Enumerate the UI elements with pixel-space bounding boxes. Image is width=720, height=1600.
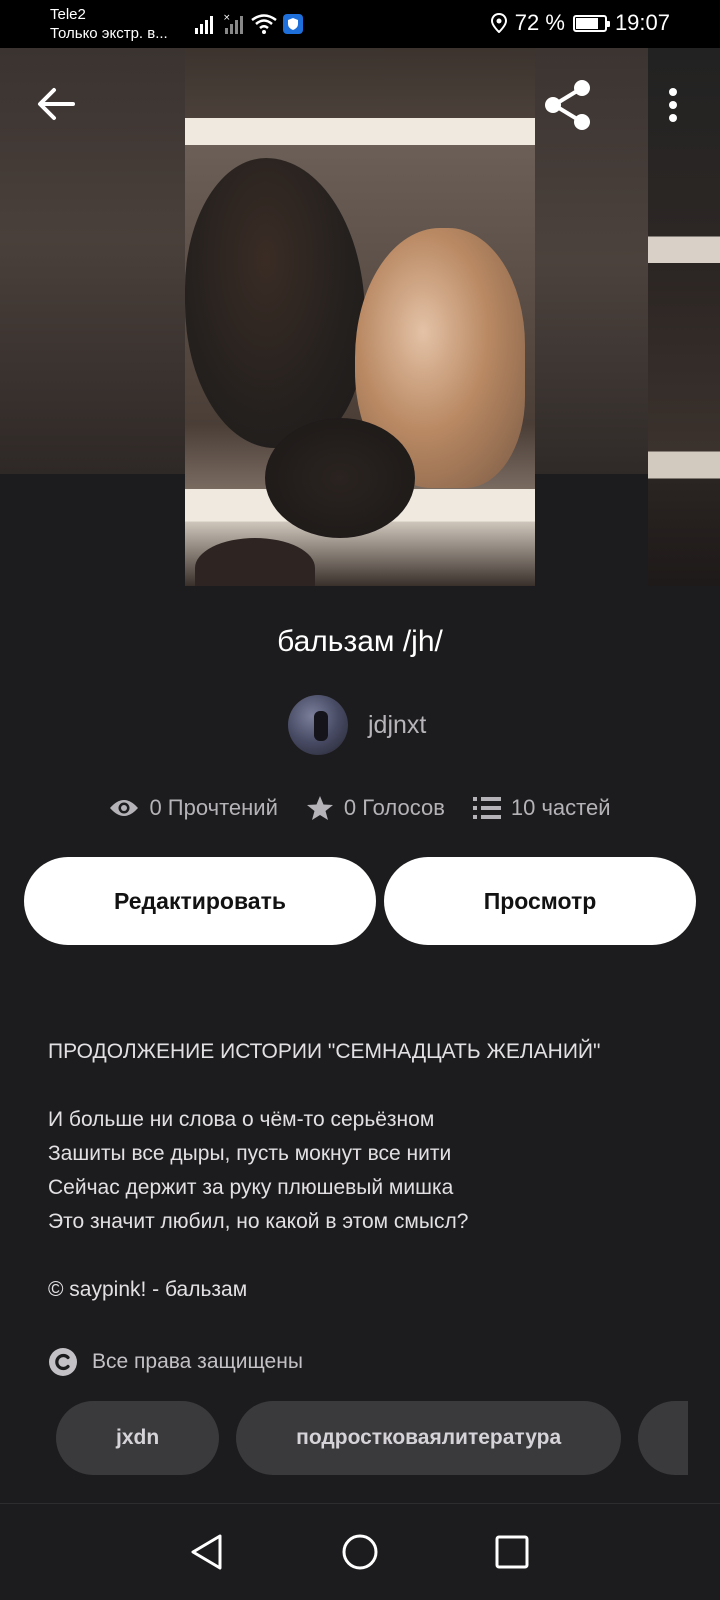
copyright-label: Все права защищены [92, 1350, 303, 1373]
system-nav-bar [0, 1504, 720, 1600]
list-icon [472, 797, 501, 819]
status-bar: Tele2 Только экстр. в... × 72 % 19:07 [0, 0, 720, 48]
parts-count: 10 частей [510, 795, 611, 820]
nav-home-icon [342, 1534, 378, 1570]
votes-stat: 0 Голосов [306, 795, 445, 821]
network-note: Только экстр. в... [50, 25, 168, 42]
cover-background-left [0, 48, 185, 474]
battery-percent: 72 % [514, 10, 565, 35]
star-icon [306, 796, 333, 820]
nav-back-icon [191, 1534, 222, 1570]
nav-recents-button[interactable] [490, 1530, 534, 1574]
back-button[interactable] [30, 78, 82, 130]
shield-app-icon [283, 14, 303, 34]
cover-photo-shadow [265, 418, 415, 538]
avatar[interactable] [288, 695, 348, 755]
back-arrow-icon [38, 88, 75, 120]
location-icon [490, 13, 507, 33]
votes-count: 0 Голосов [343, 795, 445, 820]
story-cover-image [185, 48, 535, 586]
signal-no-sim-icon: × [223, 13, 243, 34]
tag-chip[interactable]: подростковаялитература [236, 1401, 622, 1475]
carrier-info: Tele2 Только экстр. в... [50, 5, 168, 43]
story-stats: 0 Прочтений 0 Голосов 10 частей [0, 795, 720, 821]
more-vertical-icon [669, 88, 677, 122]
eye-icon [110, 800, 139, 816]
cover-area [0, 48, 720, 586]
battery-fill [575, 17, 598, 29]
share-icon [545, 80, 590, 130]
author-name[interactable]: jdjnxt [368, 711, 426, 740]
battery-icon [572, 14, 610, 32]
clock: 19:07 [614, 10, 670, 35]
svg-text:×: × [223, 13, 231, 23]
status-right: 72 % 19:07 [490, 10, 670, 36]
nav-back-button[interactable] [184, 1530, 228, 1574]
nav-home-button[interactable] [338, 1530, 382, 1574]
share-button[interactable] [538, 76, 598, 134]
copyright-icon [49, 1348, 77, 1376]
reads-stat: 0 Прочтений [109, 795, 278, 821]
carrier-name: Tele2 [50, 6, 86, 23]
more-options-button[interactable] [656, 80, 690, 130]
tag-chip[interactable]: 17wishes [638, 1401, 688, 1475]
wifi-icon [251, 14, 277, 34]
story-title: бальзам /jh/ [277, 625, 443, 658]
signal-icon [195, 16, 213, 34]
poem-line: Это значит любил, но какой в этом смысл? [48, 1210, 469, 1233]
description-poem: И больше ни слова о чём-то серьёзном Заш… [48, 1103, 688, 1239]
tag-list: jxdn подростковаялитература 17wishes [56, 1401, 688, 1475]
parts-stat: 10 частей [472, 795, 611, 821]
poem-line: И больше ни слова о чём-то серьёзном [48, 1108, 435, 1131]
cover-photo-figure [195, 538, 315, 586]
status-icons: × [195, 12, 303, 34]
poem-line: Зашиты все дыры, пусть мокнут все нити [48, 1142, 452, 1165]
author-link[interactable]: jdjnxt [288, 695, 426, 755]
nav-recents-icon [495, 1535, 529, 1569]
description-heading: ПРОДОЛЖЕНИЕ ИСТОРИИ "СЕМНАДЦАТЬ ЖЕЛАНИЙ" [48, 1040, 601, 1063]
cover-photo-figure [185, 158, 365, 448]
poem-line: Сейчас держит за руку плюшевый мишка [48, 1176, 454, 1199]
edit-button[interactable]: Редактировать [24, 857, 376, 945]
copyright-notice: Все права защищены [48, 1347, 303, 1377]
story-description: ПРОДОЛЖЕНИЕ ИСТОРИИ "СЕМНАДЦАТЬ ЖЕЛАНИЙ"… [48, 1035, 688, 1341]
description-credit: © saypink! - бальзам [48, 1278, 248, 1301]
reads-count: 0 Прочтений [149, 795, 278, 820]
view-button[interactable]: Просмотр [384, 857, 696, 945]
tag-chip[interactable]: jxdn [56, 1401, 220, 1475]
